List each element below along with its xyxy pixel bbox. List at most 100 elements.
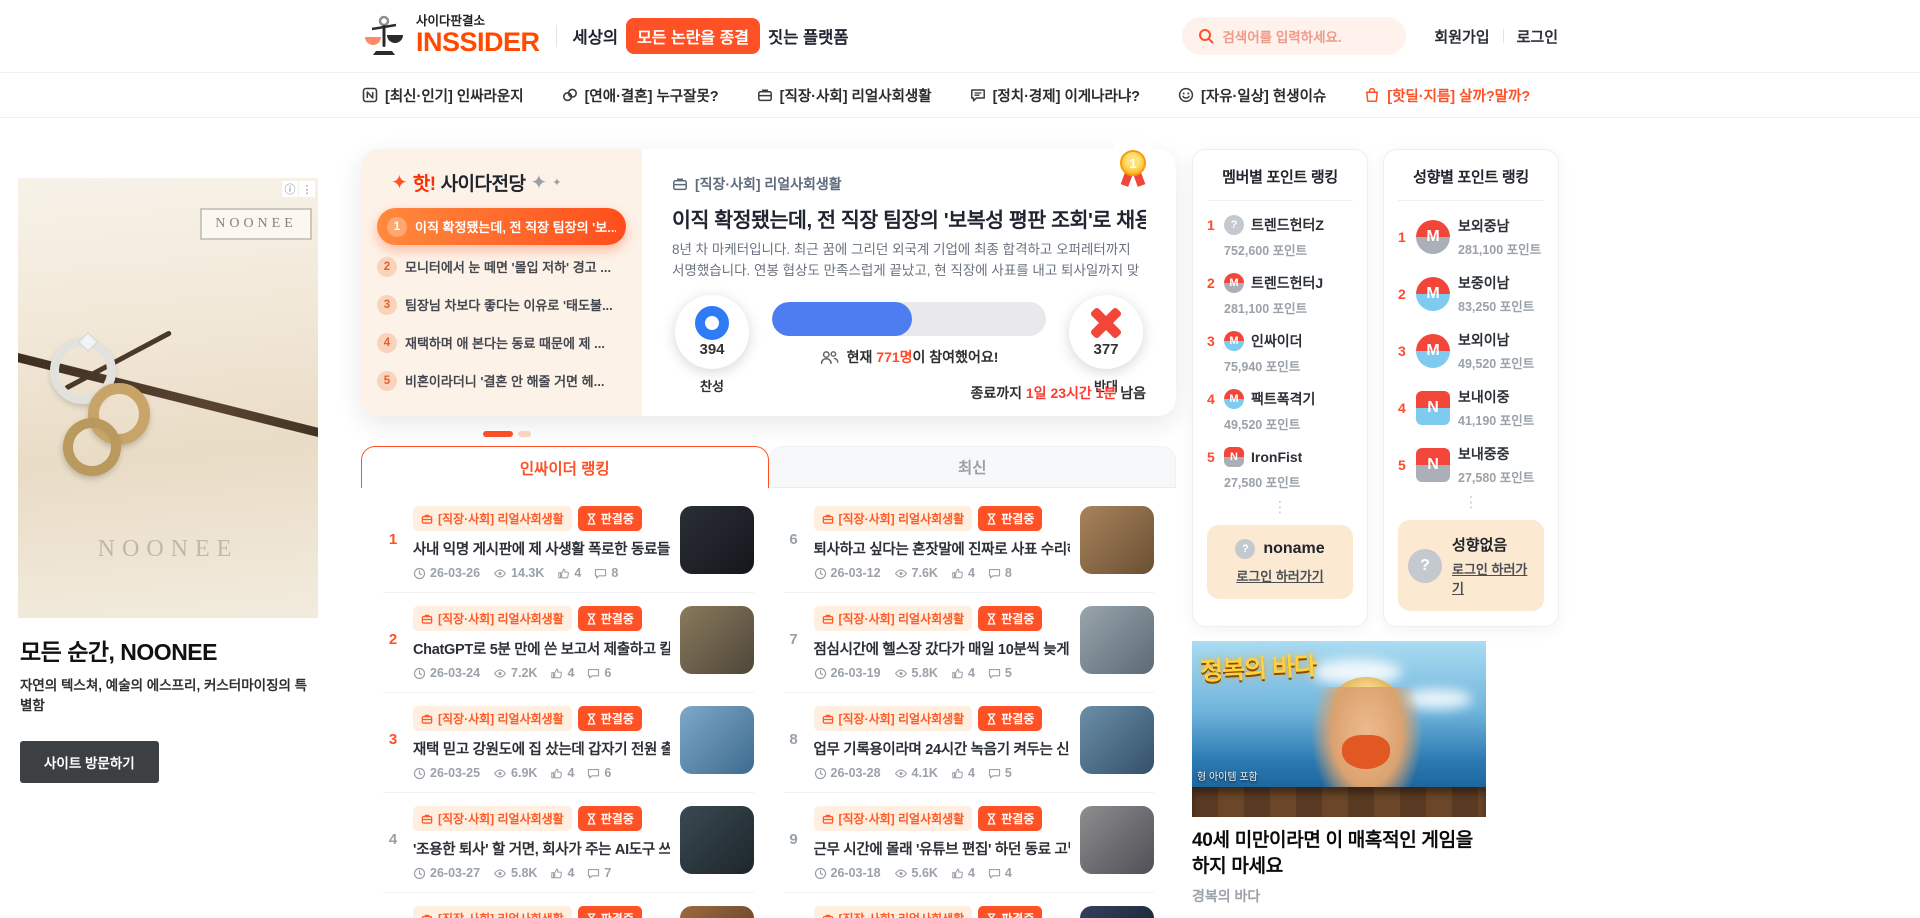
post-thumbnail bbox=[1080, 706, 1154, 774]
tagline-highlight-pill: 모든 논란을 종결 bbox=[626, 18, 761, 54]
date-meta: 26-03-18 bbox=[814, 866, 881, 880]
nav-item-lounge[interactable]: [최신·인기] 인싸라운지 bbox=[362, 85, 524, 106]
post-column-right: 6 [직장·사회] 리얼사회생활 판결중 퇴사하고 싶다는 혼잣말에 진짜로 사… bbox=[783, 493, 1154, 918]
nav-item-daily[interactable]: [자유·일상] 현생이슈 bbox=[1178, 85, 1326, 106]
ranking-entry[interactable]: 1 M 보외중남 281,100 포인트 bbox=[1398, 216, 1544, 258]
member-points: 752,600 포인트 bbox=[1224, 244, 1308, 258]
entry-rank: 3 bbox=[1207, 333, 1215, 349]
nav-item-hotdeal[interactable]: [핫딜·지름] 살까?말까? bbox=[1364, 85, 1530, 106]
date-meta: 26-03-19 bbox=[814, 666, 881, 680]
post-rank: 8 bbox=[789, 731, 798, 748]
post-row[interactable]: 2 [직장·사회] 리얼사회생활 판결중 ChatGPT로 5분 만에 쓴 보고… bbox=[383, 593, 754, 693]
carousel-dot-active[interactable] bbox=[483, 431, 513, 437]
ranking-entry[interactable]: 3 M 보외이남 49,520 포인트 bbox=[1398, 330, 1544, 372]
character-figure bbox=[1342, 735, 1390, 769]
member-points: 27,580 포인트 bbox=[1224, 476, 1301, 490]
tab-latest[interactable]: 최신 bbox=[768, 446, 1176, 488]
search-input[interactable]: 검색어를 입력하세요. bbox=[1182, 17, 1407, 55]
sidebar: 멤버별 포인트 랭킹 1 ? 트렌드헌터Z 752,600 포인트 2 M 트렌… bbox=[1192, 149, 1559, 906]
post-row[interactable]: 3 [직장·사회] 리얼사회생활 판결중 재택 믿고 강원도에 집 샀는데 갑자… bbox=[383, 693, 754, 793]
post-thumbnail bbox=[679, 506, 754, 574]
game-ad-banner[interactable]: 정복의 바다 형 아이템 포함 40세 미만이라면 이 매혹적인 게임을 하지 … bbox=[1192, 641, 1486, 906]
post-rank: 4 bbox=[388, 831, 398, 848]
hot-item-4[interactable]: 4 재택하며 애 본다는 동료 때문에 제 ... bbox=[377, 326, 626, 359]
post-row[interactable]: 5 [직장·사회] 리얼사회생활 bbox=[383, 893, 754, 918]
ranking-entry[interactable]: 4 M 팩트폭격기 49,520 포인트 bbox=[1207, 389, 1353, 433]
ad-frame-label: NOONEE bbox=[200, 208, 312, 240]
ranking-entry[interactable]: 2 M 보중이남 83,250 포인트 bbox=[1398, 273, 1544, 315]
sparkle-icon: ✦ bbox=[391, 172, 408, 194]
signup-link[interactable]: 회원가입 bbox=[1434, 26, 1489, 47]
nav-item-work[interactable]: [직장·사회] 리얼사회생활 bbox=[757, 85, 932, 106]
tagline-prefix: 세상의 bbox=[572, 29, 619, 47]
category-badge: [직장·사회] 리얼사회생활 bbox=[413, 506, 572, 531]
post-meta: 26-03-28 4.1K 4 5 bbox=[814, 766, 1071, 780]
post-row[interactable]: 6 [직장·사회] 리얼사회생활 판결중 퇴사하고 싶다는 혼잣말에 진짜로 사… bbox=[783, 493, 1154, 593]
hot-item-5[interactable]: 5 비혼이라더니 '결혼 안 해줄 거면 헤... bbox=[377, 364, 626, 397]
post-title: ChatGPT로 5분 만에 쓴 보고서 제출하고 칼퇴... bbox=[413, 642, 670, 658]
hot-item-3[interactable]: 3 팀장님 차보다 좋다는 이유로 '태도불... bbox=[377, 288, 626, 321]
hot-item-2[interactable]: 2 모니터에서 눈 떼면 '몰입 저하' 경고 ... bbox=[377, 250, 626, 283]
post-row[interactable]: 10 [직장·사회] 리얼사회생활 bbox=[784, 893, 1154, 918]
header-divider bbox=[555, 25, 557, 47]
no-tendency-login-box: ? 성향없음 로그인 하러가기 bbox=[1398, 520, 1544, 611]
tendency-avatar: N bbox=[1416, 448, 1450, 482]
login-link[interactable]: 로그인 bbox=[1517, 26, 1558, 47]
post-row[interactable]: 9 [직장·사회] 리얼사회생활 판결중 근무 시간에 몰래 '유튜브 편집' … bbox=[783, 793, 1154, 893]
tendency-name: 보외중남 bbox=[1458, 218, 1510, 234]
category-badge: [직장·사회] 리얼사회생활 bbox=[413, 706, 572, 731]
ranking-entry[interactable]: 5 N IronFist 27,580 포인트 bbox=[1207, 447, 1353, 491]
ranking-entry[interactable]: 4 N 보내이중 41,190 포인트 bbox=[1398, 387, 1544, 429]
deadline-suffix: 남음 bbox=[1116, 385, 1146, 401]
ad-info-icon[interactable]: ⓘ bbox=[282, 181, 298, 197]
carousel-dot[interactable] bbox=[518, 431, 531, 437]
nav-item-love[interactable]: [연애·결혼] 누구잘못? bbox=[562, 85, 719, 106]
post-rank: 2 bbox=[388, 631, 398, 648]
ad-visit-site-button[interactable]: 사이트 방문하기 bbox=[20, 740, 159, 783]
ranking-entry[interactable]: 3 M 인싸이더 75,940 포인트 bbox=[1207, 331, 1353, 375]
nav-item-politics[interactable]: [정치·경제] 이게나라냐? bbox=[970, 85, 1140, 106]
ranking-entry[interactable]: 5 N 보내중중 27,580 포인트 bbox=[1398, 444, 1544, 486]
hot-item-1[interactable]: 1 이직 확정됐는데, 전 직장 팀장의 '보... bbox=[377, 208, 626, 245]
nav-item-label: [최신·인기] 인싸라운지 bbox=[385, 88, 524, 105]
site-logo[interactable]: 사이다판결소 INSSIDER bbox=[362, 15, 540, 57]
vote-no-button[interactable]: 377 반대 bbox=[1066, 295, 1146, 395]
post-row[interactable]: 7 [직장·사회] 리얼사회생활 판결중 점심시간에 헬스장 갔다가 매일 10… bbox=[783, 593, 1154, 693]
post-row[interactable]: 1 [직장·사회] 리얼사회생활 판결중 사내 익명 게시판에 제 사생활 폭로… bbox=[383, 493, 754, 593]
ad-menu-icon[interactable]: ⋮ bbox=[299, 181, 315, 197]
member-ranking-card: 멤버별 포인트 랭킹 1 ? 트렌드헌터Z 752,600 포인트 2 M 트렌… bbox=[1192, 149, 1368, 627]
post-row[interactable]: 4 [직장·사회] 리얼사회생활 판결중 '조용한 퇴사' 할 거면, 회사가 … bbox=[383, 793, 754, 893]
likes-meta: 4 bbox=[951, 766, 975, 780]
tendency-points: 49,520 포인트 bbox=[1458, 357, 1535, 371]
views-meta: 7.6K bbox=[894, 566, 938, 580]
entry-rank: 2 bbox=[1398, 286, 1406, 302]
poll-progress-track bbox=[772, 302, 1046, 336]
hot-item-rank: 4 bbox=[377, 332, 397, 353]
status-badge: 판결중 bbox=[577, 506, 642, 531]
tendency-name: 보중이남 bbox=[1458, 275, 1510, 291]
vote-yes-button[interactable]: 394 찬성 bbox=[672, 295, 752, 395]
tab-insider-ranking[interactable]: 인싸이더 랭킹 bbox=[361, 446, 769, 488]
post-title: 사내 익명 게시판에 제 사생활 폭로한 동료들, ... bbox=[413, 542, 670, 558]
go-login-link[interactable]: 로그인 하러가기 bbox=[1452, 559, 1534, 597]
views-meta: 5.8K bbox=[493, 866, 537, 880]
go-login-link[interactable]: 로그인 하러가기 bbox=[1236, 566, 1323, 585]
category-badge: [직장·사회] 리얼사회생활 bbox=[813, 906, 973, 918]
status-badge: 판결중 bbox=[577, 906, 642, 918]
entry-rank: 5 bbox=[1398, 457, 1406, 473]
noname-login-box: ? noname 로그인 하러가기 bbox=[1207, 525, 1353, 599]
post-title: 근무 시간에 몰래 '유튜브 편집' 하던 동료 고발... bbox=[813, 842, 1071, 858]
ranking-entry[interactable]: 1 ? 트렌드헌터Z 752,600 포인트 bbox=[1207, 215, 1353, 259]
featured-main: 1 [직장·사회] 리얼사회생활 이직 확정됐는데, 전 직장 팀장의 '보복성… bbox=[642, 141, 1176, 416]
featured-post-title[interactable]: 이직 확정됐는데, 전 직장 팀장의 '보복성 평판 조회'로 채용 ... bbox=[672, 203, 1146, 233]
search-icon bbox=[1198, 28, 1214, 44]
post-rank: 5 bbox=[383, 906, 403, 918]
left-ad-banner[interactable]: ⓘ ⋮ NOONEE NOONEE 모든 순간, NOONEE 자연의 텍스쳐,… bbox=[18, 178, 318, 783]
post-row[interactable]: 8 [직장·사회] 리얼사회생활 판결중 업무 기록용이라며 24시간 녹음기 … bbox=[783, 693, 1154, 793]
likes-meta: 4 bbox=[557, 566, 581, 580]
member-ranking-title: 멤버별 포인트 랭킹 bbox=[1207, 166, 1353, 201]
tendency-avatar: M bbox=[1416, 334, 1450, 368]
search-placeholder: 검색어를 입력하세요. bbox=[1222, 30, 1342, 45]
views-meta: 4.1K bbox=[894, 766, 938, 780]
ranking-entry[interactable]: 2 M 트렌드헌터J 281,100 포인트 bbox=[1207, 273, 1353, 317]
